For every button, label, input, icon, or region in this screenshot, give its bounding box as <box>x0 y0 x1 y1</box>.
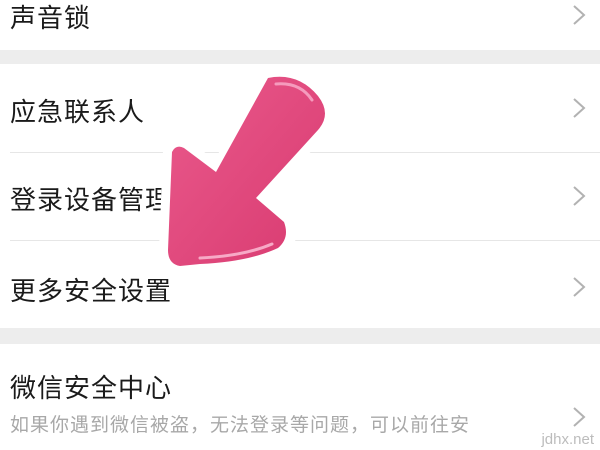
settings-group-security-center: 微信安全中心 如果你遇到微信被盗，无法登录等问题，可以前往安 <box>0 344 600 450</box>
chevron-right-icon <box>573 277 586 297</box>
settings-row-wechat-security-center[interactable]: 微信安全中心 如果你遇到微信被盗，无法登录等问题，可以前往安 <box>0 344 600 450</box>
wechat-security-center-label: 微信安全中心 <box>10 374 173 404</box>
chevron-right-icon <box>573 407 586 427</box>
watermark: jdhx.net <box>541 431 594 448</box>
chevron-right-icon <box>573 186 586 206</box>
security-center-description: 如果你遇到微信被盗，无法登录等问题，可以前往安 <box>10 414 471 436</box>
settings-group-top: 声音锁 <box>0 0 600 50</box>
chevron-right-icon <box>573 5 586 25</box>
voice-lock-label: 声音锁 <box>10 4 92 34</box>
chevron-right-icon <box>573 98 586 118</box>
settings-row-more-security-settings[interactable]: 更多安全设置 <box>0 241 600 328</box>
settings-row-emergency-contacts[interactable]: 应急联系人 <box>0 64 600 152</box>
settings-row-voice-lock[interactable]: 声音锁 <box>0 0 600 46</box>
emergency-contacts-label: 应急联系人 <box>10 98 146 128</box>
login-device-management-label: 登录设备管理 <box>10 186 173 216</box>
settings-row-login-device-management[interactable]: 登录设备管理 <box>0 153 600 240</box>
settings-page: 声音锁 应急联系人 登录设备管理 更多安全设置 微信安全中心 如果你遇到微信被盗… <box>0 0 600 450</box>
settings-group-security: 应急联系人 登录设备管理 更多安全设置 <box>0 64 600 328</box>
more-security-settings-label: 更多安全设置 <box>10 277 173 307</box>
